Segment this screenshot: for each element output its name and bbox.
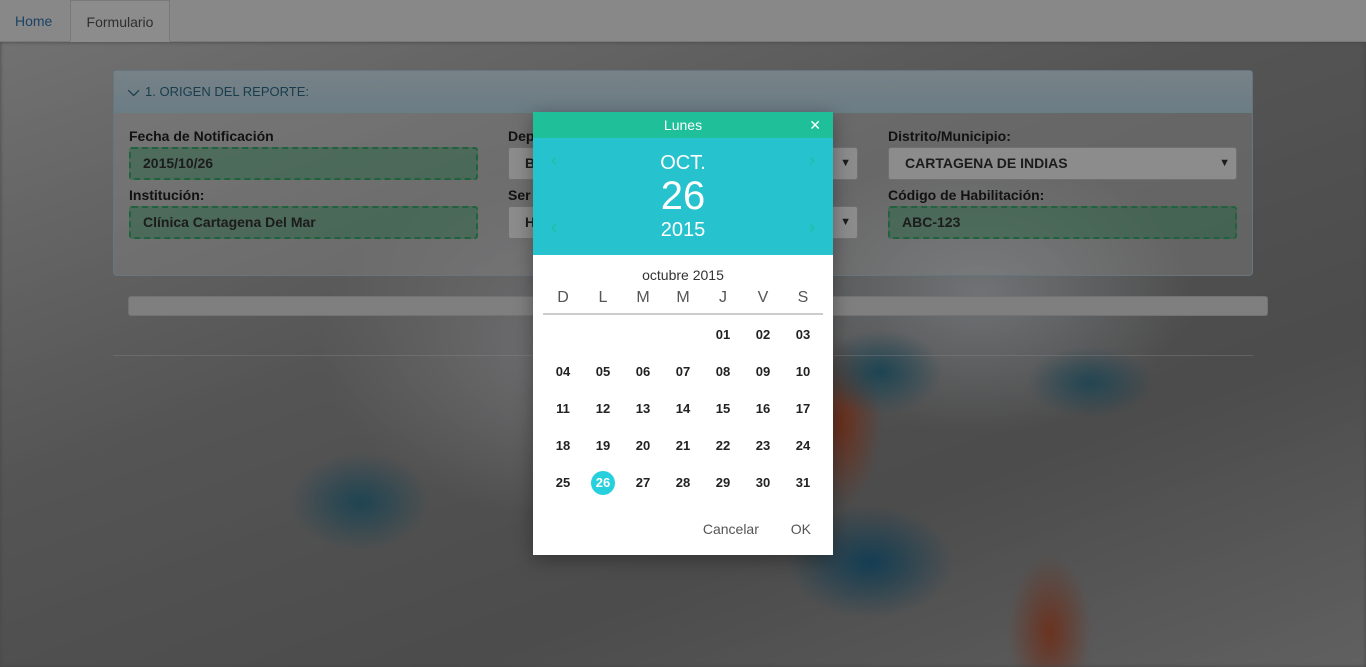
- calendar-day-number: 24: [795, 437, 811, 453]
- calendar-day-number: 25: [555, 474, 571, 490]
- calendar-day[interactable]: 15: [703, 397, 743, 421]
- weekday-label: L: [598, 289, 608, 306]
- calendar-week: 18 19 20 21 22 23 24: [543, 427, 823, 464]
- calendar-day[interactable]: 04: [543, 360, 583, 384]
- weekday-label: M: [676, 289, 690, 306]
- calendar-day-number: 08: [715, 363, 731, 379]
- calendar-day[interactable]: 18: [543, 434, 583, 458]
- weekday-header: D L M M J V S: [543, 289, 823, 315]
- calendar-day[interactable]: 22: [703, 434, 743, 458]
- picker-month: OCT.: [660, 152, 706, 174]
- calendar-day-number: 20: [635, 437, 651, 453]
- calendar-day-number: 28: [675, 474, 691, 490]
- weekday-label: V: [757, 289, 769, 306]
- calendar-day[interactable]: 12: [583, 397, 623, 421]
- weekday-label: J: [719, 289, 727, 306]
- calendar-day-number: 18: [555, 437, 571, 453]
- calendar-day-number: 12: [595, 400, 611, 416]
- calendar-day-number: 19: [595, 437, 611, 453]
- calendar-day[interactable]: 30: [743, 471, 783, 495]
- calendar-grid: 01 02 03 04 05 06 07 08 09 10 11 12 13 14 15 16 17 18 19 20…: [543, 316, 823, 501]
- calendar-caption: octubre 2015: [642, 267, 724, 283]
- calendar-day[interactable]: 10: [783, 360, 823, 384]
- calendar-day-number: 14: [675, 400, 691, 416]
- calendar-day-number: 07: [675, 363, 691, 379]
- calendar-day[interactable]: 06: [623, 360, 663, 384]
- calendar-day[interactable]: 07: [663, 360, 703, 384]
- calendar-day[interactable]: 25: [543, 471, 583, 495]
- calendar-day-number: 26: [591, 470, 615, 495]
- calendar-day[interactable]: 19: [583, 434, 623, 458]
- calendar-day-number: 05: [595, 363, 611, 379]
- calendar-empty-cell: [623, 323, 663, 347]
- calendar-day[interactable]: 13: [623, 397, 663, 421]
- calendar-day[interactable]: 05: [583, 360, 623, 384]
- picker-weekday: Lunes: [663, 117, 703, 133]
- calendar-day[interactable]: 21: [663, 434, 703, 458]
- calendar-day[interactable]: 17: [783, 397, 823, 421]
- calendar-day[interactable]: 24: [783, 434, 823, 458]
- calendar-day[interactable]: 23: [743, 434, 783, 458]
- calendar-day-number: 03: [795, 326, 811, 342]
- calendar-day-number: 22: [715, 437, 731, 453]
- weekday-label: S: [797, 289, 809, 306]
- picker-weekday-bar: Lunes ✕: [533, 112, 833, 138]
- calendar-week: 04 05 06 07 08 09 10: [543, 353, 823, 390]
- calendar-day-number: 09: [755, 363, 771, 379]
- calendar-day[interactable]: 28: [663, 471, 703, 495]
- calendar-day[interactable]: 14: [663, 397, 703, 421]
- calendar-day-number: 30: [755, 474, 771, 490]
- picker-header: ‹ › OCT. 26 2015 ‹ ›: [533, 138, 833, 255]
- calendar-day-number: 02: [755, 326, 771, 342]
- calendar-week: 25 26 27 28 29 30 31: [543, 464, 823, 501]
- chevron-left-icon[interactable]: ‹: [551, 217, 557, 238]
- close-icon[interactable]: ✕: [809, 112, 821, 138]
- calendar-day[interactable]: 20: [623, 434, 663, 458]
- picker-actions: Cancelar OK: [675, 521, 811, 537]
- calendar-day-number: 15: [715, 400, 731, 416]
- calendar-day-number: 10: [795, 363, 811, 379]
- calendar-day-number: 06: [635, 363, 651, 379]
- date-picker: Lunes ✕ ‹ › OCT. 26 2015 ‹ › octubre 201…: [533, 112, 833, 555]
- weekday-label: M: [636, 289, 650, 306]
- calendar-day[interactable]: 31: [783, 471, 823, 495]
- calendar-empty-cell: [543, 323, 583, 347]
- calendar-day-number: 13: [635, 400, 651, 416]
- calendar-day-selected[interactable]: 26: [583, 470, 623, 495]
- cancel-button[interactable]: Cancelar: [703, 521, 759, 537]
- calendar-day-number: 31: [795, 474, 811, 490]
- calendar-day[interactable]: 03: [783, 323, 823, 347]
- calendar-empty-cell: [583, 323, 623, 347]
- calendar-empty-cell: [663, 323, 703, 347]
- weekday-label: D: [557, 289, 569, 306]
- calendar-day-number: 23: [755, 437, 771, 453]
- calendar-day[interactable]: 11: [543, 397, 583, 421]
- calendar-day-number: 16: [755, 400, 771, 416]
- ok-button[interactable]: OK: [791, 521, 811, 537]
- calendar-day[interactable]: 29: [703, 471, 743, 495]
- calendar-day-number: 11: [556, 400, 570, 416]
- chevron-right-icon[interactable]: ›: [809, 217, 815, 238]
- calendar-day-number: 21: [675, 437, 691, 453]
- calendar-day-number: 27: [635, 474, 651, 490]
- calendar-day[interactable]: 08: [703, 360, 743, 384]
- calendar-day-number: 01: [715, 326, 731, 342]
- calendar-day[interactable]: 02: [743, 323, 783, 347]
- calendar-day-number: 04: [555, 363, 571, 379]
- calendar-day-number: 29: [715, 474, 731, 490]
- calendar-week: 01 02 03: [543, 316, 823, 353]
- calendar-day[interactable]: 27: [623, 471, 663, 495]
- picker-year: 2015: [660, 219, 706, 241]
- calendar-day-number: 17: [795, 400, 811, 416]
- calendar-week: 11 12 13 14 15 16 17: [543, 390, 823, 427]
- calendar-day[interactable]: 01: [703, 323, 743, 347]
- calendar-day[interactable]: 09: [743, 360, 783, 384]
- calendar-day[interactable]: 16: [743, 397, 783, 421]
- picker-day: 26: [660, 174, 706, 218]
